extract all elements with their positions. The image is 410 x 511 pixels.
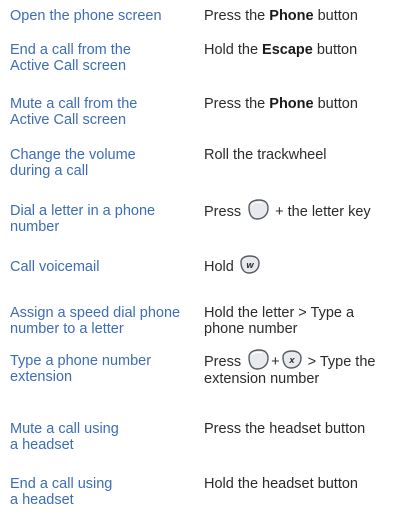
x-key-icon: X: [281, 350, 302, 369]
alt-key-icon: [248, 199, 269, 220]
action-label: Hold W: [204, 255, 404, 275]
action-label: Press + the letter key: [204, 199, 404, 221]
task-label: Dial a letter in a phone number: [10, 203, 156, 235]
action-label: Hold the headset button: [204, 476, 358, 492]
task-label: Mute a call using a headset: [10, 421, 119, 453]
phone-key-label: Phone: [269, 96, 314, 112]
action-label: Press the Phone button: [204, 8, 358, 24]
task-label: End a call from the Active Call screen: [10, 42, 131, 74]
action-label: Hold the Escape button: [204, 42, 358, 58]
alt-key-icon: [248, 349, 269, 370]
task-label: Type a phone number extension: [10, 353, 152, 385]
action-label: Press the Phone button: [204, 96, 358, 112]
action-label: Hold the letter > Type a phone number: [204, 305, 355, 337]
phone-key-label: Phone: [269, 8, 314, 24]
escape-key-label: Escape: [262, 42, 313, 58]
task-label: Mute a call from the Active Call screen: [10, 96, 138, 128]
action-label: Press the headset button: [204, 421, 366, 437]
action-label: Roll the trackwheel: [204, 147, 327, 163]
task-label: Call voicemail: [10, 259, 100, 275]
w-key-icon: W: [240, 255, 260, 274]
w-key-letter: W: [246, 262, 254, 270]
task-label: Change the volume during a call: [10, 147, 136, 179]
action-label: Press + X > Type the extension number: [204, 349, 404, 387]
x-key-letter: X: [288, 357, 295, 365]
task-label: Open the phone screen: [10, 8, 162, 24]
task-label: Assign a speed dial phone number to a let…: [10, 305, 181, 337]
task-label: End a call using a headset: [10, 476, 113, 508]
